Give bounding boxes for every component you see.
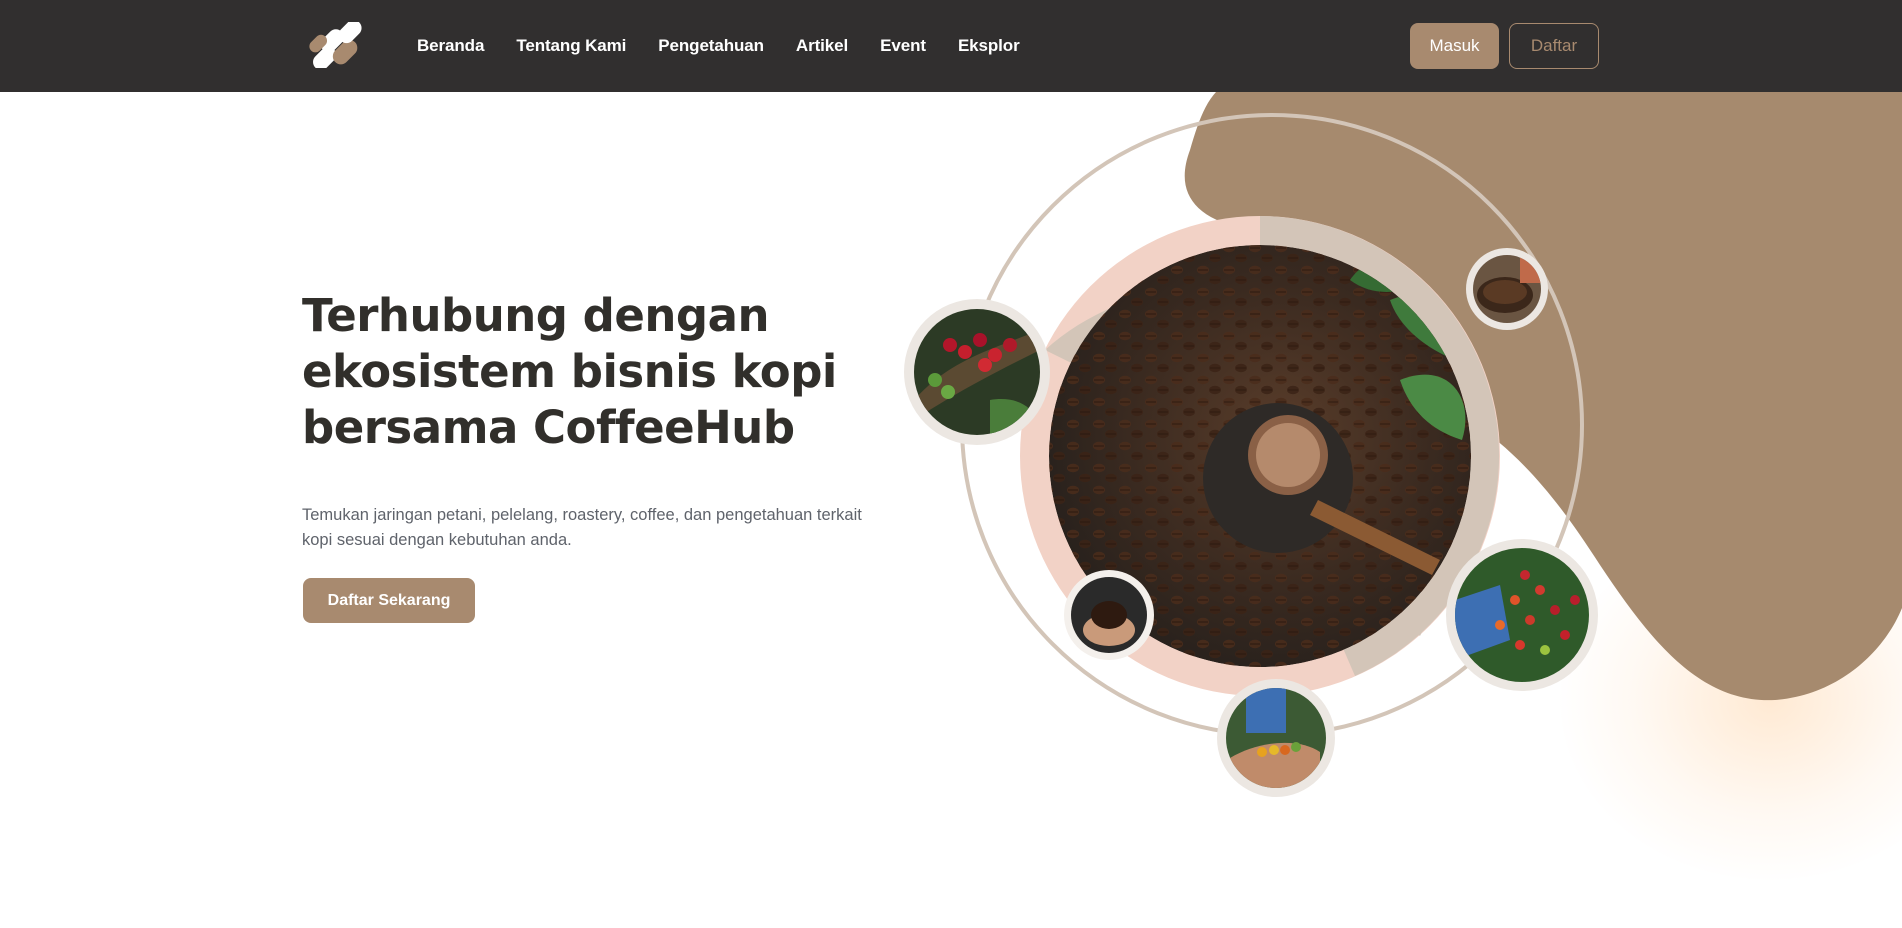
hands-holding-beans-photo (1064, 570, 1154, 660)
hand-holding-cherries-photo (1217, 679, 1335, 797)
coffee-cherries-branch-photo (904, 299, 1050, 445)
coffee-beans-basket-photo (1466, 248, 1548, 330)
hero-visual (904, 113, 1598, 797)
coffee-plant-harvest-photo (1446, 539, 1598, 691)
